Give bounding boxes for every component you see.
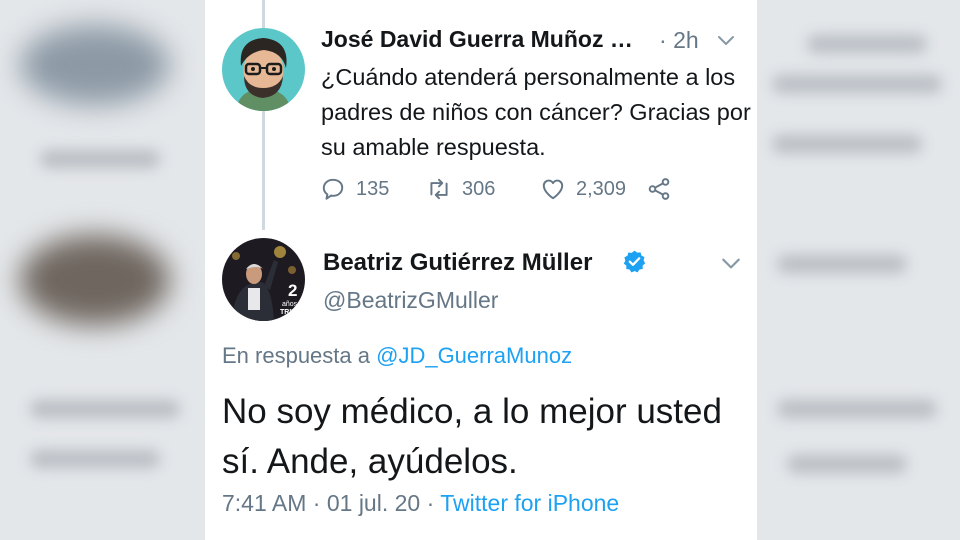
reply-context: En respuesta a @JD_GuerraMunoz — [222, 343, 572, 369]
chevron-down-icon[interactable] — [716, 30, 736, 50]
reply-icon — [322, 178, 344, 200]
retweet-count: 306 — [462, 177, 496, 200]
tweet-timestamp[interactable]: · 2h — [659, 27, 699, 54]
tweet-metadata: 7:41 AM · 01 jul. 20 · Twitter for iPhon… — [222, 490, 619, 517]
retweet-button[interactable]: 306 — [426, 176, 495, 202]
reply-count: 135 — [356, 177, 390, 200]
reply-prefix: En respuesta a — [222, 343, 370, 368]
share-icon — [648, 178, 670, 200]
like-icon — [542, 179, 564, 200]
reply-button[interactable]: 135 — [320, 176, 389, 202]
share-button[interactable] — [646, 176, 672, 202]
blurred-background-left — [0, 0, 205, 540]
author-name[interactable]: José David Guerra Muñoz … — [321, 26, 633, 53]
like-button[interactable]: 2,309 — [540, 176, 626, 202]
meta-separator: · — [312, 490, 321, 516]
tweet-text: No soy médico, a lo mejor usted sí. Ande… — [222, 392, 722, 481]
author-name[interactable]: Beatriz Gutiérrez Müller — [323, 249, 592, 277]
time-value: 2h — [673, 27, 699, 53]
avatar-jose-david[interactable] — [222, 28, 305, 111]
reply-to-link[interactable]: @JD_GuerraMunoz — [376, 343, 572, 368]
like-count: 2,309 — [576, 177, 627, 200]
avatar-badge-number: 2 — [288, 281, 297, 300]
tweet-date[interactable]: 01 jul. 20 — [327, 490, 420, 516]
tweet-text: ¿Cuándo atenderá personalmente a los pad… — [321, 64, 751, 160]
time-separator: · — [659, 27, 667, 53]
tweet-source-link[interactable]: Twitter for iPhone — [440, 490, 619, 516]
tweet-time[interactable]: 7:41 AM — [222, 490, 306, 516]
blurred-background-right — [757, 0, 960, 540]
verified-badge-icon — [623, 250, 646, 273]
retweet-icon — [430, 178, 448, 200]
meta-separator: · — [426, 490, 435, 516]
chevron-down-icon[interactable] — [720, 252, 742, 274]
author-handle[interactable]: @BeatrizGMuller — [323, 287, 498, 314]
avatar-beatriz[interactable]: 2 años de TRIUNFO — [222, 238, 305, 321]
